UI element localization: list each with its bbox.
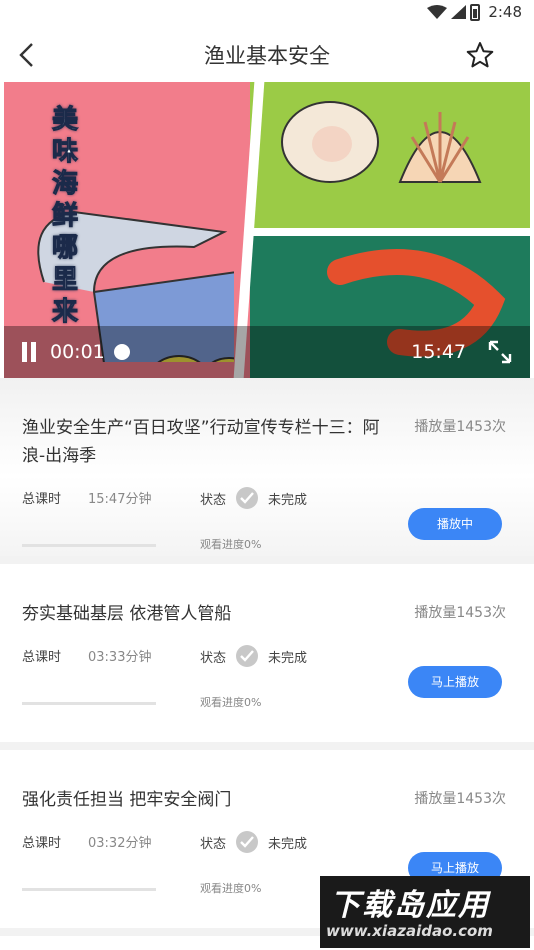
progress-text: 观看进度0%: [200, 538, 262, 551]
status-time: 2:48: [488, 3, 522, 21]
status-value: 未完成: [268, 493, 308, 508]
play-count: 播放量1453次: [414, 791, 506, 807]
duration-value: 15:47分钟: [88, 492, 152, 507]
lesson-title: 强化责任担当 把牢安全阀门: [22, 790, 232, 810]
duration-value: 03:33分钟: [88, 650, 152, 665]
duration-label: 总课时: [22, 492, 62, 507]
current-time: 00:01: [50, 341, 105, 363]
battery-icon: [470, 3, 481, 21]
video-controls: 00:01 15:47: [4, 326, 530, 378]
video-poster-text: 美味海鲜哪里来: [52, 105, 79, 328]
status-label: 状态: [200, 493, 227, 508]
duration-label: 总课时: [22, 836, 62, 851]
status-label: 状态: [200, 837, 227, 852]
duration-label: 总课时: [22, 650, 62, 665]
video-player[interactable]: 美味海鲜哪里来 00:01 15:47: [4, 82, 530, 378]
watermark-text: 下载岛应用: [330, 888, 490, 923]
status-value: 未完成: [268, 651, 308, 666]
wifi-icon: [427, 5, 448, 19]
duration-value: 03:32分钟: [88, 836, 152, 851]
play-count: 播放量1453次: [414, 605, 506, 621]
progress-bar: [22, 702, 156, 705]
lesson-list: 渔业安全生产“百日攻坚”行动宣传专栏十三：阿浪-出海季 播放量1453次 总课时…: [0, 378, 534, 936]
lesson-title: 渔业安全生产“百日攻坚”行动宣传专栏十三：阿浪-出海季: [22, 418, 380, 466]
video-panel-shellfish: [250, 82, 530, 232]
lesson-title: 夯实基础基层 依港管人管船: [22, 604, 232, 624]
status-bar: 2:48: [0, 0, 534, 28]
seek-slider[interactable]: [114, 344, 130, 360]
status-check-icon: [236, 645, 258, 667]
status-label: 状态: [200, 651, 227, 666]
play-count: 播放量1453次: [414, 419, 506, 435]
progress-bar: [22, 544, 156, 547]
video-duration: 15:47: [411, 341, 466, 363]
progress-text: 观看进度0%: [200, 696, 262, 709]
pause-icon[interactable]: [20, 342, 38, 362]
play-button[interactable]: 播放中: [408, 508, 502, 540]
favorite-star-icon[interactable]: [466, 41, 494, 69]
watermark-url: www.xiazaidao.com: [326, 922, 493, 940]
app-header: 渔业基本安全: [0, 28, 534, 82]
signal-icon: [451, 5, 467, 19]
status-check-icon: [236, 831, 258, 853]
lesson-card[interactable]: 渔业安全生产“百日攻坚”行动宣传专栏十三：阿浪-出海季 播放量1453次 总课时…: [0, 378, 534, 564]
status-check-icon: [236, 487, 258, 509]
page-title: 渔业基本安全: [204, 44, 330, 68]
lesson-card[interactable]: 夯实基础基层 依港管人管船 播放量1453次 总课时 03:33分钟 状态 未完…: [0, 564, 534, 750]
watermark-logo: 下载岛应用 www.xiazaidao.com: [320, 876, 530, 948]
progress-bar: [22, 888, 156, 891]
play-button[interactable]: 马上播放: [408, 666, 502, 698]
fullscreen-icon[interactable]: [488, 340, 512, 364]
status-value: 未完成: [268, 837, 308, 852]
progress-text: 观看进度0%: [200, 882, 262, 895]
